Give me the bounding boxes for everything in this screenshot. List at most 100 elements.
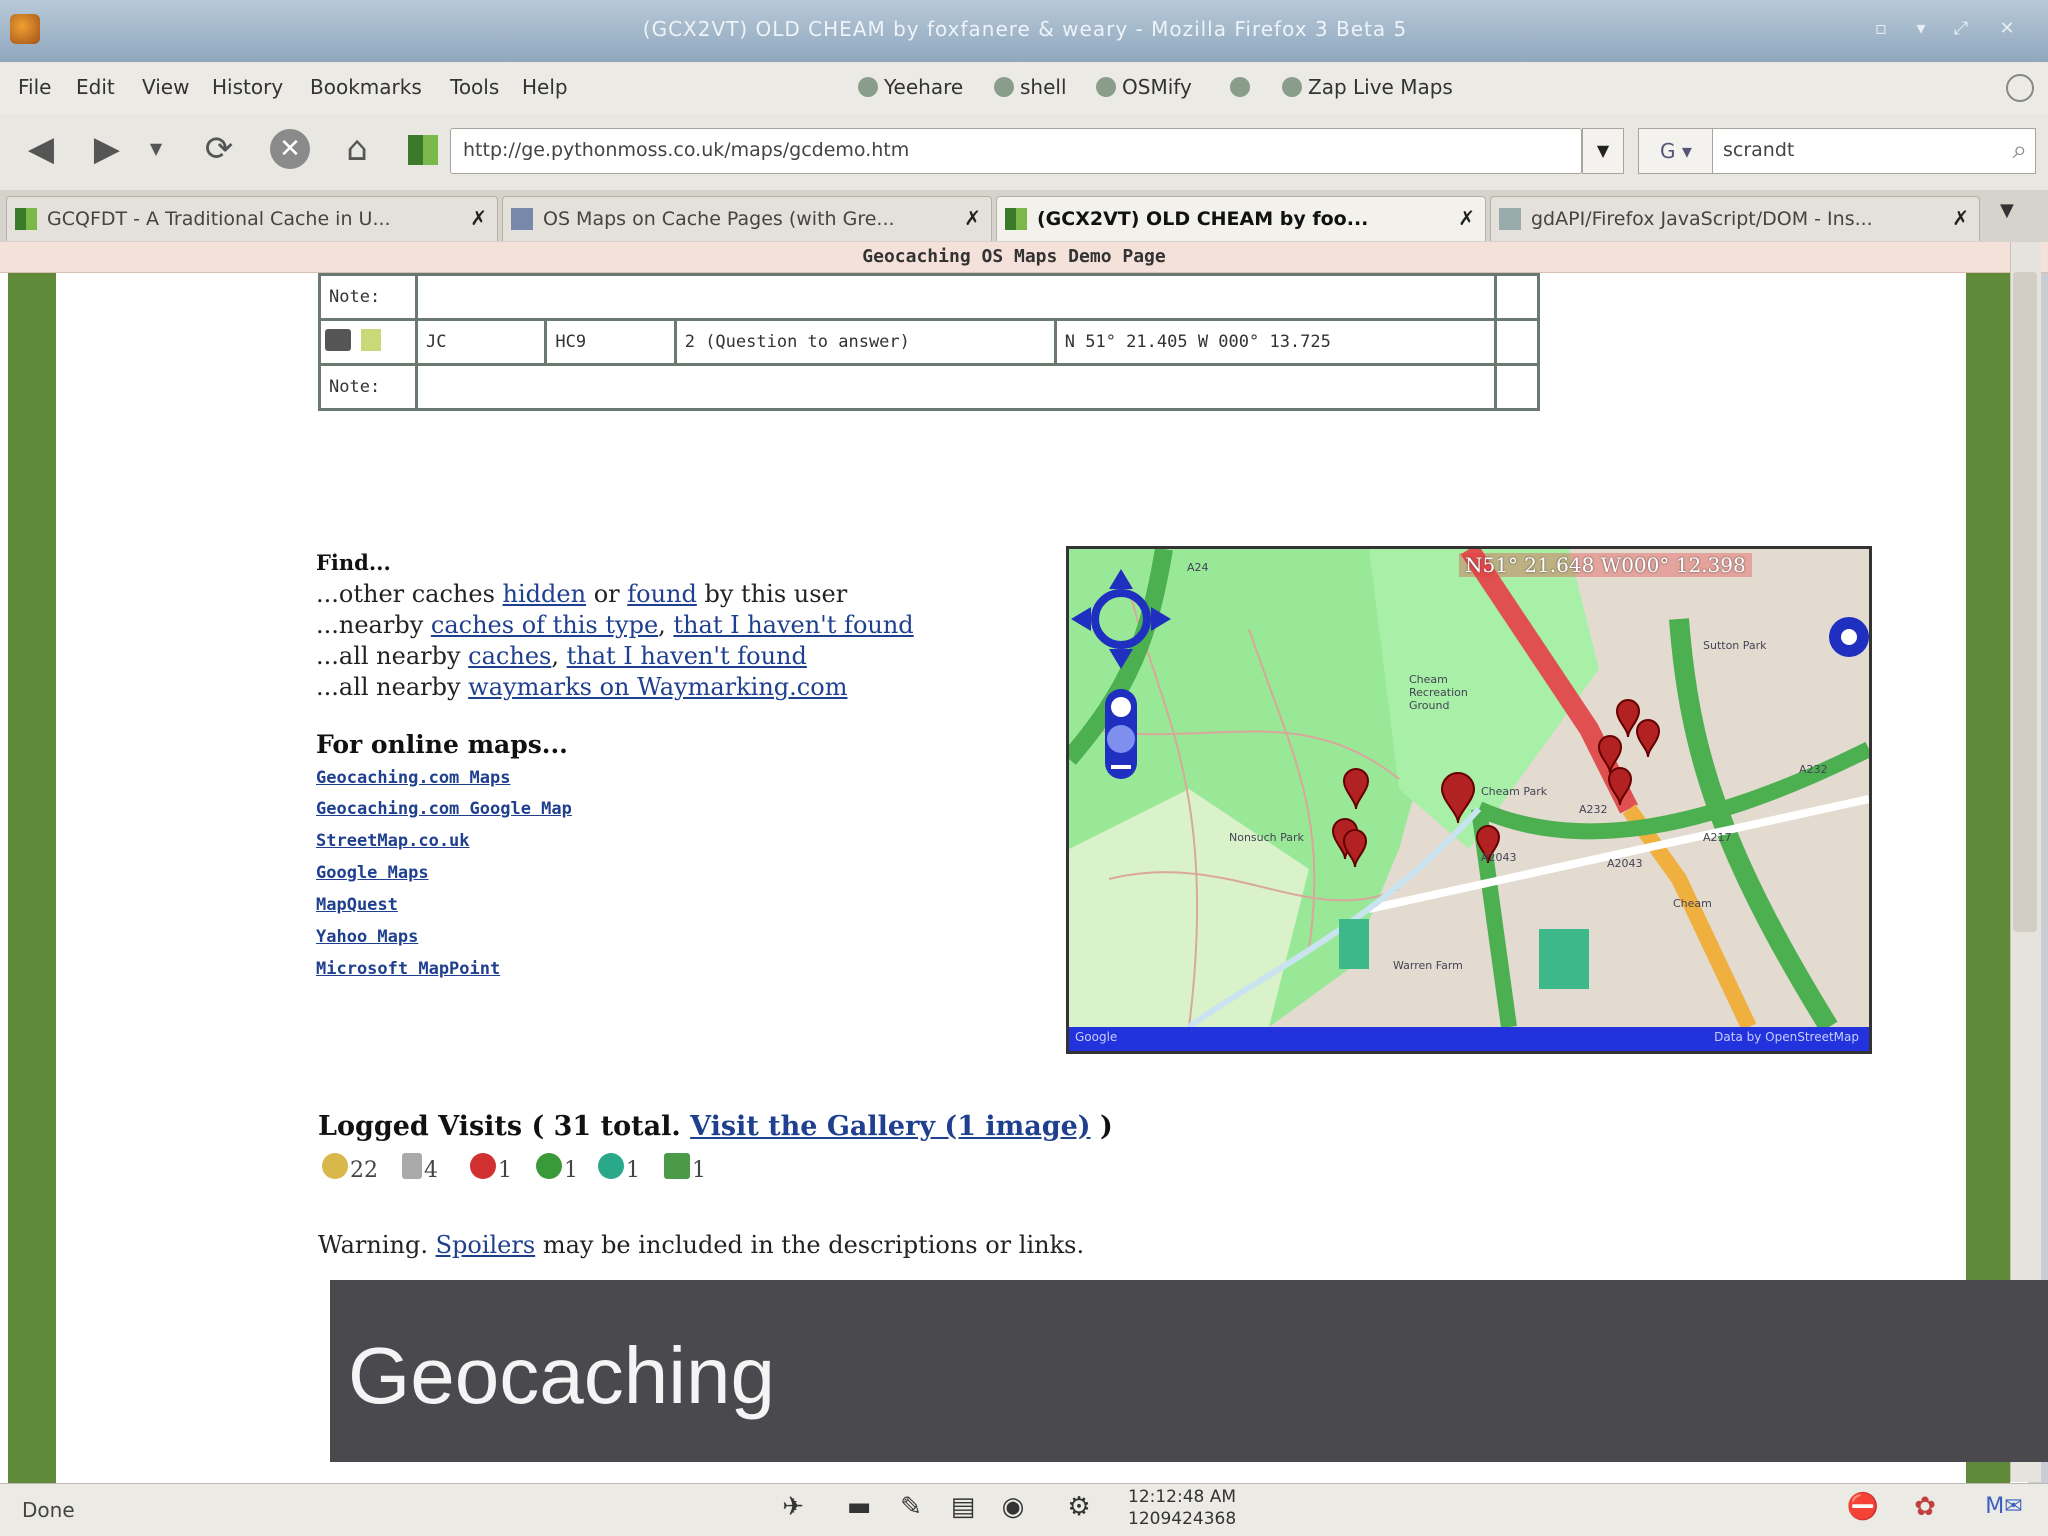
terminal-icon[interactable]: ▬ — [842, 1490, 876, 1524]
os-map[interactable]: N51° 21.648 W000° 12.398 A24 A232 A232 A… — [1066, 546, 1872, 1054]
find-line-waymarks: ...all nearby waymarks on Waymarking.com — [316, 673, 848, 701]
enabled-count: 1 — [536, 1153, 578, 1183]
map-footer: Google Data by OpenStreetMap — [1069, 1027, 1869, 1051]
map-canvas — [1069, 549, 1869, 1051]
tab-label: GCQFDT - A Traditional Cache in U... — [47, 208, 391, 230]
mapquest-link[interactable]: MapQuest — [316, 895, 398, 915]
caches-of-this-type-link[interactable]: caches of this type — [431, 611, 658, 639]
tab-list-icon[interactable]: ▼ — [2000, 200, 2014, 221]
waypoint-icons — [318, 318, 418, 366]
search-text: scrandt — [1723, 139, 1795, 161]
files-icon[interactable]: ▤ — [946, 1490, 980, 1524]
bookmark-osmify[interactable]: OSMify — [1096, 75, 1192, 99]
left-green-border — [8, 273, 56, 1483]
find-line-all: ...all nearby caches, that I haven't fou… — [316, 642, 807, 670]
home-icon[interactable]: ⌂ — [334, 126, 380, 172]
shade-icon[interactable]: ▾ — [1910, 18, 1932, 40]
spoilers-link[interactable]: Spoilers — [436, 1231, 536, 1259]
url-bar[interactable]: http://ge.pythonmoss.co.uk/maps/gcdemo.h… — [450, 128, 1582, 174]
find-heading: Find... — [316, 550, 391, 575]
camera-icon — [325, 328, 351, 351]
url-text: http://ge.pythonmoss.co.uk/maps/gcdemo.h… — [463, 139, 910, 161]
bookmark-unnamed[interactable] — [1230, 75, 1256, 99]
published-icon — [598, 1153, 624, 1179]
menu-bookmarks[interactable]: Bookmarks — [310, 75, 422, 99]
find-line-type: ...nearby caches of this type, that I ha… — [316, 611, 914, 639]
scrollbar-thumb[interactable] — [2013, 272, 2037, 932]
gallery-link[interactable]: Visit the Gallery (1 image) — [690, 1111, 1090, 1142]
pin-icon[interactable]: ✈ — [776, 1490, 810, 1524]
tab-os-maps[interactable]: OS Maps on Cache Pages (with Gre... ✗ — [502, 196, 992, 241]
menu-view[interactable]: View — [142, 75, 189, 99]
yahoo-maps-link[interactable]: Yahoo Maps — [316, 927, 418, 947]
search-input[interactable]: scrandt ⌕ — [1712, 128, 2036, 174]
google-maps-link[interactable]: Google Maps — [316, 863, 429, 883]
road-label: A232 — [1579, 803, 1608, 816]
menu-edit[interactable]: Edit — [76, 75, 115, 99]
browser-globe-icon[interactable]: ◉ — [996, 1490, 1030, 1524]
menu-history[interactable]: History — [212, 75, 283, 99]
block-icon[interactable]: ⛔ — [1846, 1490, 1880, 1524]
mappoint-link[interactable]: Microsoft MapPoint — [316, 959, 500, 979]
tab-gdapi[interactable]: gdAPI/Firefox JavaScript/DOM - Ins... ✗ — [1490, 196, 1980, 241]
streetmap-link[interactable]: StreetMap.co.uk — [316, 831, 470, 851]
window-titlebar: (GCX2VT) OLD CHEAM by foxfanere & weary … — [0, 0, 2048, 63]
area-label: Sutton Park — [1703, 639, 1767, 652]
caption-text: Geocaching — [348, 1331, 775, 1420]
editor-icon[interactable]: ✎ — [894, 1490, 928, 1524]
menu-tools[interactable]: Tools — [450, 75, 499, 99]
note-value — [415, 363, 1497, 411]
table-row: Note: — [318, 273, 1540, 321]
close-tab-icon[interactable]: ✗ — [1458, 206, 1475, 230]
reload-icon[interactable]: ⟳ — [196, 126, 242, 172]
close-tab-icon[interactable]: ✗ — [1952, 206, 1969, 230]
mail-icon[interactable]: M✉ — [1976, 1490, 2032, 1524]
addon-icon[interactable]: ✿ — [1908, 1490, 1942, 1524]
maximize-icon[interactable]: ⤢ — [1950, 18, 1972, 40]
url-dropdown-icon[interactable]: ▼ — [1582, 128, 1624, 174]
tab-label: OS Maps on Cache Pages (with Gre... — [543, 208, 895, 230]
map-copyright-left: Google — [1075, 1030, 1118, 1044]
tab-gcqfdt[interactable]: GCQFDT - A Traditional Cache in U... ✗ — [6, 196, 498, 241]
bookmark-yeehare[interactable]: Yeehare — [858, 75, 963, 99]
hidden-link[interactable]: hidden — [503, 580, 587, 608]
clock: 12:12:48 AM 1209424368 — [1128, 1486, 1278, 1530]
search-icon[interactable]: ⌕ — [2012, 135, 2027, 166]
waymarking-link[interactable]: waymarks on Waymarking.com — [468, 673, 847, 701]
dnf-count: 1 — [470, 1153, 512, 1183]
page-title: Geocaching OS Maps Demo Page — [862, 246, 1166, 267]
nearby-caches-link[interactable]: caches — [468, 642, 551, 670]
bookmark-shell[interactable]: shell — [994, 75, 1067, 99]
back-arrow-icon[interactable]: ◀ — [18, 126, 64, 172]
menu-file[interactable]: File — [18, 75, 51, 99]
clock-epoch: 1209424368 — [1128, 1509, 1237, 1529]
found-link[interactable]: found — [627, 580, 697, 608]
stop-icon[interactable]: ✕ — [270, 129, 310, 169]
geocaching-google-map-link[interactable]: Geocaching.com Google Map — [316, 799, 572, 819]
not-found-type-link[interactable]: that I haven't found — [673, 611, 913, 639]
close-tab-icon[interactable]: ✗ — [470, 206, 487, 230]
area-label: Cheam — [1673, 897, 1712, 910]
search-engine-selector[interactable]: G ▾ — [1638, 128, 1713, 174]
tab-old-cheam[interactable]: (GCX2VT) OLD CHEAM by foo... ✗ — [996, 196, 1486, 241]
minimize-icon[interactable]: ▫ — [1870, 18, 1892, 40]
site-favicon-icon — [408, 135, 438, 165]
map-copyright-right[interactable]: Data by OpenStreetMap — [1714, 1030, 1859, 1044]
close-window-icon[interactable]: ✕ — [1996, 18, 2018, 40]
zoom-slider[interactable] — [1105, 689, 1137, 779]
settings-icon[interactable]: ⚙ — [1062, 1490, 1096, 1524]
maintenance-count: 1 — [664, 1153, 706, 1183]
close-tab-icon[interactable]: ✗ — [964, 206, 981, 230]
menu-help[interactable]: Help — [522, 75, 568, 99]
forward-arrow-icon[interactable]: ▶ — [84, 126, 130, 172]
not-found-nearby-link[interactable]: that I haven't found — [567, 642, 807, 670]
geocaching-maps-link[interactable]: Geocaching.com Maps — [316, 768, 510, 788]
bookmark-zap-live-maps[interactable]: Zap Live Maps — [1282, 75, 1453, 99]
bookmark-icon — [858, 77, 878, 97]
window-title: (GCX2VT) OLD CHEAM by foxfanere & weary … — [642, 17, 1408, 41]
maintenance-icon — [664, 1153, 690, 1179]
activity-throbber-icon — [2006, 74, 2034, 102]
history-dropdown-icon[interactable]: ▼ — [144, 126, 168, 172]
menubar: File Edit View History Bookmarks Tools H… — [0, 62, 2048, 115]
logged-visits-heading: Logged Visits ( 31 total. Visit the Gall… — [318, 1111, 1113, 1142]
